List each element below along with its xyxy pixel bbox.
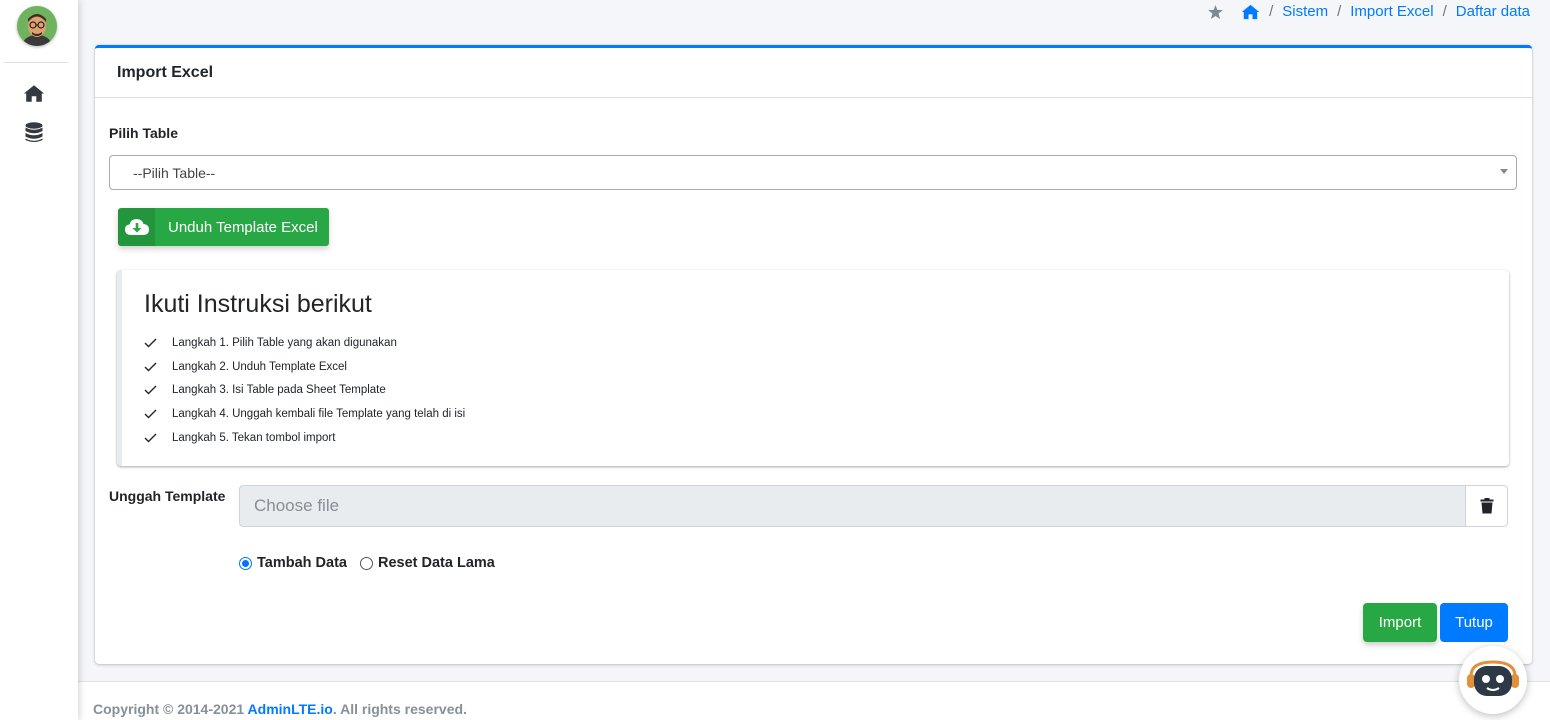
breadcrumb-item-daftar-data[interactable]: Daftar data [1456, 3, 1530, 20]
table-select-value: --Pilih Table-- [133, 164, 216, 181]
instructions-list: Langkah 1. Pilih Table yang akan digunak… [144, 331, 1487, 449]
home-icon [23, 84, 45, 102]
avatar[interactable] [17, 6, 57, 46]
instruction-step: Langkah 4. Unggah kembali file Template … [144, 402, 1487, 426]
radio-label: Reset Data Lama [378, 555, 495, 571]
download-template-label: Unduh Template Excel [168, 218, 318, 236]
breadcrumb-separator: / [1337, 3, 1342, 20]
sidebar-item-database[interactable] [20, 119, 48, 145]
radio-button[interactable] [360, 556, 373, 570]
chat-bot-button[interactable] [1459, 646, 1527, 714]
check-icon [144, 362, 172, 372]
upload-template-label: Unggah Template [109, 488, 226, 504]
avatar-image [17, 6, 57, 46]
cloud-download-icon [118, 208, 155, 246]
check-icon [144, 409, 172, 419]
footer-rights-text: . All rights reserved. [332, 701, 467, 717]
instruction-step: Langkah 2. Unduh Template Excel [144, 355, 1487, 379]
instruction-step-text: Langkah 3. Isi Table pada Sheet Template [172, 384, 386, 397]
file-input[interactable]: Choose file [239, 485, 1467, 527]
instruction-step-text: Langkah 1. Pilih Table yang akan digunak… [172, 336, 397, 349]
instruction-step: Langkah 5. Tekan tombol import [144, 426, 1487, 450]
instruction-step-text: Langkah 2. Unduh Template Excel [172, 360, 347, 373]
check-icon [144, 338, 172, 348]
file-input-placeholder: Choose file [254, 496, 340, 515]
breadcrumb: / Sistem / Import Excel / Daftar data [1208, 3, 1530, 20]
breadcrumb-item-sistem[interactable]: Sistem [1282, 3, 1328, 20]
instruction-step-text: Langkah 5. Tekan tombol import [172, 431, 336, 444]
instruction-step: Langkah 1. Pilih Table yang akan digunak… [144, 331, 1487, 355]
instruction-step: Langkah 3. Isi Table pada Sheet Template [144, 378, 1487, 402]
trash-icon [1480, 498, 1493, 514]
radio-reset-data-lama[interactable]: Reset Data Lama [360, 555, 495, 571]
sidebar [0, 0, 78, 720]
import-excel-card: Import Excel Pilih Table --Pilih Table--… [95, 45, 1532, 664]
database-icon [25, 121, 43, 142]
footer-copyright-text: Copyright © 2014-2021 [93, 701, 248, 717]
check-icon [144, 385, 172, 395]
sidebar-divider [4, 62, 68, 63]
breadcrumb-separator: / [1442, 3, 1447, 20]
breadcrumb-item-import-excel[interactable]: Import Excel [1350, 3, 1433, 20]
download-template-button[interactable]: Unduh Template Excel [118, 208, 329, 246]
robot-icon [1467, 660, 1519, 696]
table-select[interactable]: --Pilih Table-- [109, 155, 1517, 190]
chevron-down-icon [1500, 169, 1508, 174]
footer: Copyright © 2014-2021 AdminLTE.io. All r… [78, 681, 1550, 720]
import-button[interactable]: Import [1363, 603, 1437, 642]
radio-button-checked[interactable] [239, 556, 252, 570]
close-button[interactable]: Tutup [1440, 603, 1508, 642]
instructions-callout: Ikuti Instruksi berikut Langkah 1. Pilih… [117, 270, 1509, 466]
sidebar-item-home[interactable] [20, 80, 48, 106]
footer-brand-link[interactable]: AdminLTE.io [248, 701, 333, 717]
check-icon [144, 433, 172, 443]
instruction-step-text: Langkah 4. Unggah kembali file Template … [172, 407, 466, 420]
star-icon[interactable] [1208, 4, 1223, 19]
instructions-title: Ikuti Instruksi berikut [144, 290, 372, 318]
radio-tambah-data[interactable]: Tambah Data [239, 555, 347, 571]
card-title: Import Excel [95, 48, 1532, 98]
breadcrumb-home-icon[interactable] [1241, 4, 1260, 20]
clear-file-button[interactable] [1465, 485, 1508, 527]
table-select-label: Pilih Table [109, 125, 178, 141]
breadcrumb-separator: / [1269, 3, 1274, 20]
footer-copyright: Copyright © 2014-2021 AdminLTE.io. All r… [93, 701, 467, 717]
radio-label: Tambah Data [257, 555, 347, 571]
